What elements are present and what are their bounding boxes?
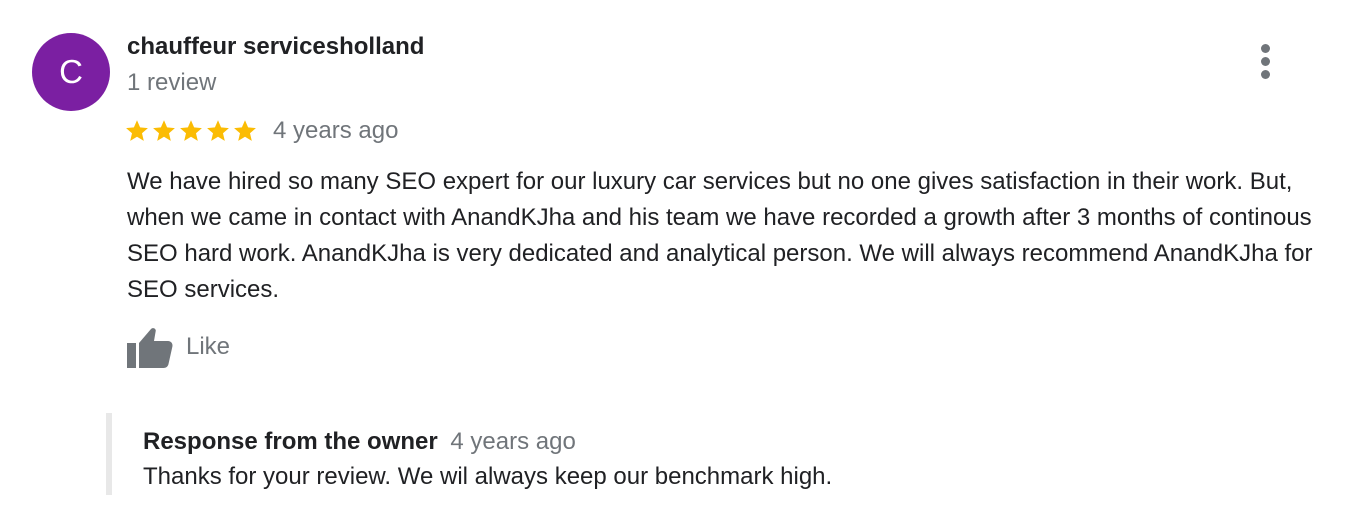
more-vert-icon <box>1261 44 1270 53</box>
review-card: C chauffeur servicesholland 1 review 4 y… <box>0 0 1360 512</box>
star-icon <box>207 120 229 141</box>
review-count[interactable]: 1 review <box>127 69 216 97</box>
star-icon <box>234 120 256 141</box>
more-vert-icon-dot <box>1261 57 1270 66</box>
review-time: 4 years ago <box>273 117 399 144</box>
like-label: Like <box>186 333 231 360</box>
owner-response-title: Response from the owner <box>143 428 438 455</box>
more-vert-icon-dot <box>1261 70 1270 79</box>
owner-response-header: Response from the owner 4 years ago <box>143 428 576 456</box>
like-button[interactable]: Like <box>127 325 230 369</box>
avatar[interactable]: C <box>32 33 110 111</box>
more-options-button[interactable] <box>1248 40 1284 84</box>
star-rating <box>125 119 260 143</box>
owner-response-time: 4 years ago <box>450 428 576 455</box>
review-text: We have hired so many SEO expert for our… <box>127 168 1313 303</box>
owner-response: Response from the owner 4 years ago Than… <box>106 413 1312 495</box>
star-icon <box>126 120 148 141</box>
star-icon <box>153 120 175 141</box>
star-icon <box>180 120 202 141</box>
rating-row: 4 years ago <box>125 115 398 147</box>
owner-response-text: Thanks for your review. We wil always ke… <box>143 463 833 490</box>
thumbs-up-icon <box>127 328 173 368</box>
author-name[interactable]: chauffeur servicesholland <box>127 33 424 61</box>
